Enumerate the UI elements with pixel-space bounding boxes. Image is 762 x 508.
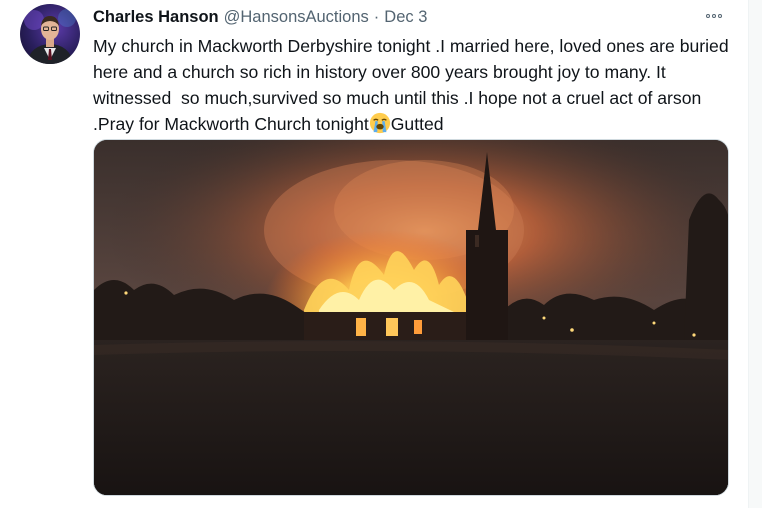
more-options-icon[interactable]: [700, 6, 728, 26]
author-name[interactable]: Charles Hanson: [93, 8, 219, 27]
loudly-crying-face-icon: [369, 112, 390, 134]
header-separator: ·: [373, 7, 380, 26]
tweet-photo[interactable]: [93, 139, 729, 496]
tweet-text-tail: Gutted: [390, 114, 444, 134]
avatar[interactable]: [20, 4, 80, 64]
scrollbar-track: [748, 0, 762, 508]
author-handle[interactable]: @HansonsAuctions: [224, 8, 369, 27]
tweet-date[interactable]: Dec 3: [384, 8, 427, 27]
tweet-header: Charles Hanson @HansonsAuctions · Dec 3: [93, 6, 427, 28]
tweet-text: My church in Mackworth Derbyshire tonigh…: [93, 33, 738, 137]
tweet[interactable]: Charles Hanson @HansonsAuctions · Dec 3 …: [0, 0, 748, 508]
